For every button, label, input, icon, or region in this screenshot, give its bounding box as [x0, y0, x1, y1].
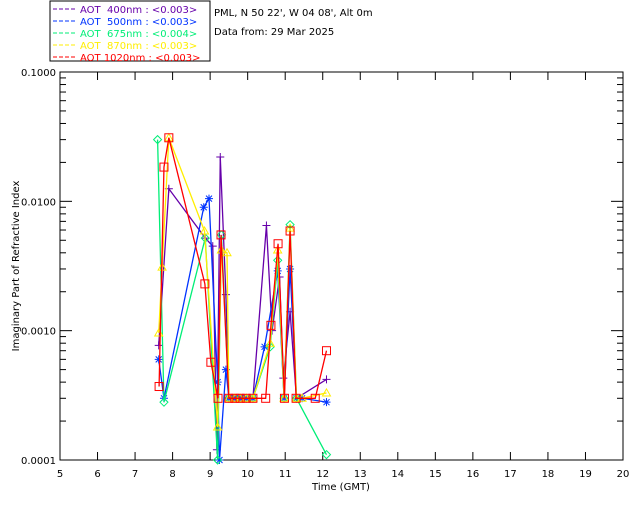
- series-0: [154, 153, 331, 454]
- data-point-triangle: [321, 387, 332, 397]
- data-point-plus: [154, 341, 163, 350]
- chart: AOT 400nm : <0.003>AOT 500nm : <0.003>AO…: [11, 0, 629, 493]
- data-point-plus: [262, 221, 271, 230]
- header-line-2: Data from: 29 Mar 2025: [214, 27, 334, 38]
- legend-entry: AOT 500nm : <0.003>: [80, 17, 197, 28]
- series-line: [158, 137, 327, 428]
- x-tick-label: 6: [94, 469, 100, 480]
- x-tick-label: 9: [207, 469, 213, 480]
- series-line: [158, 196, 327, 461]
- x-tick-label: 20: [617, 469, 630, 480]
- plot-frame: [59, 71, 624, 461]
- data-point-asterisk: [154, 355, 163, 364]
- header-line-1: PML, N 50 22', W 04 08', Alt 0m: [214, 8, 373, 19]
- series-1: [154, 194, 331, 464]
- legend-entry: AOT 675nm : <0.004>: [80, 29, 197, 40]
- x-tick-label: 13: [354, 469, 367, 480]
- x-tick-label: 7: [132, 469, 138, 480]
- x-tick-label: 5: [57, 469, 63, 480]
- x-tick-label: 14: [391, 469, 404, 480]
- series-4: [154, 133, 331, 403]
- x-tick-label: 18: [542, 469, 555, 480]
- series-line: [156, 139, 328, 461]
- y-tick-label: 0.1000: [21, 68, 56, 79]
- legend-entry: AOT 400nm : <0.003>: [80, 5, 197, 16]
- axes: 5 6 7 8 9 10 11 12 13 14 15 16 17 18 19 20 0.0001 0.0010 0…: [21, 68, 629, 480]
- series-3: [153, 132, 332, 431]
- x-tick-label: 12: [316, 469, 329, 480]
- legend-entry: AOT 1020nm : <0.003>: [80, 53, 200, 64]
- data-point-asterisk: [205, 194, 214, 203]
- x-axis-label: Time (GMT): [311, 482, 370, 493]
- data-point-plus: [322, 375, 331, 384]
- x-tick-label: 10: [241, 469, 254, 480]
- x-tick-label: 17: [504, 469, 517, 480]
- y-tick-label: 0.0001: [21, 456, 56, 467]
- y-axis-label: Imaginary Part of Refractive Index: [11, 181, 22, 352]
- x-tick-label: 11: [279, 469, 292, 480]
- data-point-asterisk: [286, 264, 295, 273]
- x-tick-label: 16: [466, 469, 479, 480]
- legend-entry: AOT 870nm : <0.003>: [80, 41, 197, 52]
- x-tick-label: 15: [429, 469, 442, 480]
- data-point-plus: [221, 290, 230, 299]
- x-tick-label: 19: [579, 469, 592, 480]
- y-tick-label: 0.0100: [21, 197, 56, 208]
- data-point-plus: [216, 153, 225, 162]
- data-point-asterisk: [322, 398, 331, 407]
- y-tick-label: 0.0010: [21, 327, 56, 338]
- data-point-asterisk: [199, 203, 208, 212]
- x-tick-label: 8: [169, 469, 175, 480]
- plot-area: [152, 132, 332, 465]
